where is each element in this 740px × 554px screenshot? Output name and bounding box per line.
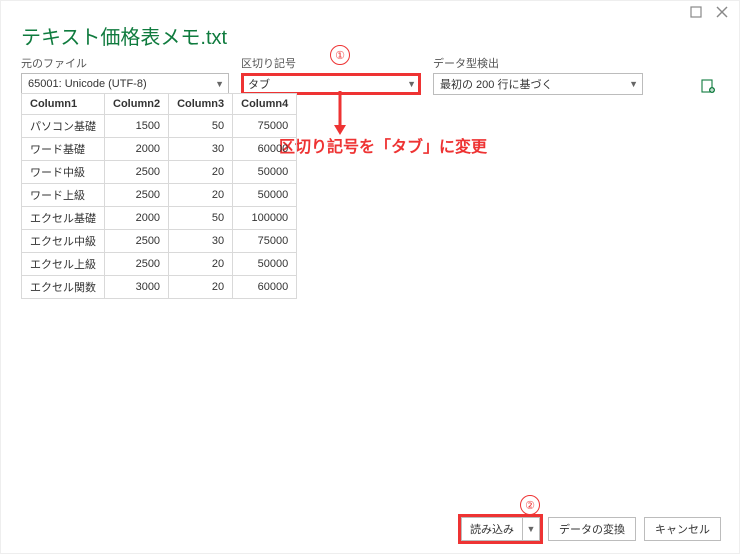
chevron-down-icon: ▼: [629, 79, 638, 89]
table-cell: 75000: [233, 230, 297, 253]
table-cell: 20: [169, 253, 233, 276]
dialog-title: テキスト価格表メモ.txt: [21, 21, 227, 50]
col-header: Column1: [22, 94, 105, 115]
col-header: Column3: [169, 94, 233, 115]
table-cell: 50000: [233, 184, 297, 207]
table-cell: 2500: [105, 161, 169, 184]
maximize-icon[interactable]: [689, 5, 703, 19]
table-row: エクセル基礎200050100000: [22, 207, 297, 230]
data-type-detect-control: データ型検出 最初の 200 行に基づく ▼: [433, 55, 643, 95]
table-row: ワード基礎20003060000: [22, 138, 297, 161]
table-cell: 2000: [105, 138, 169, 161]
preview-table: Column1 Column2 Column3 Column4 パソコン基礎15…: [21, 93, 297, 299]
table-row: パソコン基礎15005075000: [22, 115, 297, 138]
table-row: ワード中級25002050000: [22, 161, 297, 184]
chevron-down-icon: ▼: [407, 79, 416, 89]
file-origin-label: 元のファイル: [21, 55, 229, 71]
titlebar: [1, 1, 739, 19]
table-row: エクセル関数30002060000: [22, 276, 297, 299]
table-cell: 3000: [105, 276, 169, 299]
load-button[interactable]: 読み込み ▼: [461, 517, 540, 541]
transform-button[interactable]: データの変換: [548, 517, 636, 541]
table-cell: 20: [169, 161, 233, 184]
table-cell: ワード上級: [22, 184, 105, 207]
detect-value: 最初の 200 行に基づく: [440, 76, 552, 92]
delimiter-value: タブ: [248, 76, 270, 92]
table-cell: 20: [169, 184, 233, 207]
dialog-window: { "title": "テキスト価格表メモ.txt", "labels": { …: [0, 0, 740, 554]
callout-number-1: ①: [330, 45, 350, 65]
preview-table-wrap: Column1 Column2 Column3 Column4 パソコン基礎15…: [21, 93, 719, 509]
file-origin-dropdown[interactable]: 65001: Unicode (UTF-8) ▼: [21, 73, 229, 95]
delimiter-dropdown[interactable]: タブ ▼: [241, 73, 421, 95]
table-cell: エクセル関数: [22, 276, 105, 299]
chevron-down-icon: ▼: [215, 79, 224, 89]
table-cell: 2500: [105, 253, 169, 276]
table-cell: エクセル上級: [22, 253, 105, 276]
table-cell: 2500: [105, 184, 169, 207]
table-cell: 50: [169, 207, 233, 230]
table-cell: エクセル基礎: [22, 207, 105, 230]
table-cell: 60000: [233, 138, 297, 161]
table-cell: エクセル中級: [22, 230, 105, 253]
table-cell: 20: [169, 276, 233, 299]
table-cell: 75000: [233, 115, 297, 138]
table-cell: パソコン基礎: [22, 115, 105, 138]
col-header: Column4: [233, 94, 297, 115]
table-cell: 30: [169, 230, 233, 253]
table-cell: 30: [169, 138, 233, 161]
table-cell: 100000: [233, 207, 297, 230]
dialog-footer: 読み込み ▼ データの変換 キャンセル: [461, 517, 721, 541]
callout-number-2: ②: [520, 495, 540, 515]
table-cell: 2500: [105, 230, 169, 253]
table-cell: 1500: [105, 115, 169, 138]
table-cell: 60000: [233, 276, 297, 299]
table-row: ワード上級25002050000: [22, 184, 297, 207]
table-cell: 50000: [233, 253, 297, 276]
table-cell: 50: [169, 115, 233, 138]
close-icon[interactable]: [715, 5, 729, 19]
table-row: エクセル上級25002050000: [22, 253, 297, 276]
file-origin-value: 65001: Unicode (UTF-8): [28, 78, 147, 90]
table-header-row: Column1 Column2 Column3 Column4: [22, 94, 297, 115]
detect-dropdown[interactable]: 最初の 200 行に基づく ▼: [433, 73, 643, 95]
table-row: エクセル中級25003075000: [22, 230, 297, 253]
table-cell: ワード基礎: [22, 138, 105, 161]
load-button-label: 読み込み: [462, 518, 523, 540]
table-cell: 50000: [233, 161, 297, 184]
file-origin-control: 元のファイル 65001: Unicode (UTF-8) ▼: [21, 55, 229, 95]
detect-label: データ型検出: [433, 55, 643, 71]
col-header: Column2: [105, 94, 169, 115]
cancel-button[interactable]: キャンセル: [644, 517, 721, 541]
options-row: 元のファイル 65001: Unicode (UTF-8) ▼ 区切り記号 タブ…: [21, 55, 719, 95]
table-cell: ワード中級: [22, 161, 105, 184]
chevron-down-icon[interactable]: ▼: [523, 524, 539, 534]
table-cell: 2000: [105, 207, 169, 230]
